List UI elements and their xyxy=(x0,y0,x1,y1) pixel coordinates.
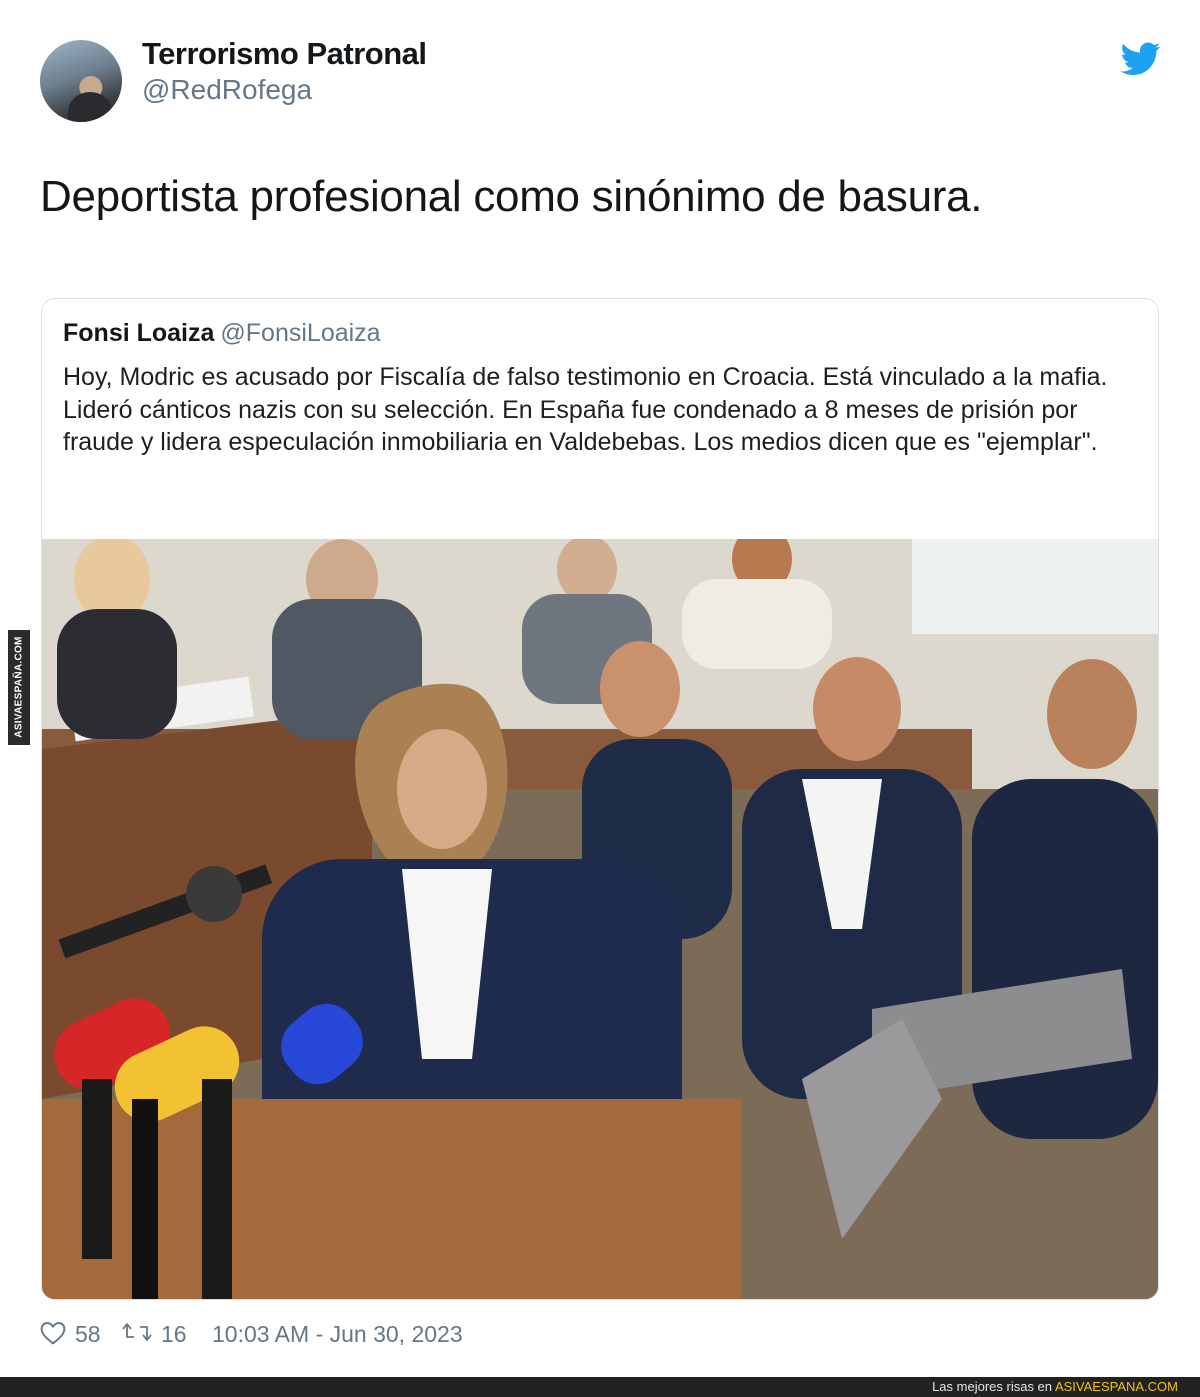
quoted-tweet[interactable]: Fonsi Loaiza @FonsiLoaiza Hoy, Modric es … xyxy=(41,298,1159,1300)
retweet-icon[interactable] xyxy=(122,1321,152,1343)
quoted-tweet-text: Hoy, Modric es acusado por Fiscalía de f… xyxy=(63,363,1108,456)
like-count[interactable]: 58 xyxy=(75,1321,101,1348)
quoted-tweet-header: Fonsi Loaiza @FonsiLoaiza xyxy=(63,319,381,348)
heart-icon[interactable] xyxy=(40,1321,66,1345)
bottom-watermark: Las mejores risas en ASIVAESPANA.COM xyxy=(0,1377,1200,1397)
user-handle[interactable]: @RedRofega xyxy=(142,74,312,106)
tweet-text: Deportista profesional como sinónimo de … xyxy=(40,172,983,221)
twitter-bird-icon[interactable] xyxy=(1121,42,1161,76)
display-name[interactable]: Terrorismo Patronal xyxy=(142,36,427,72)
retweet-count[interactable]: 16 xyxy=(161,1321,187,1348)
side-watermark: ASIVAESPAÑA.COM xyxy=(8,630,30,745)
side-watermark-text: ASIVAESPAÑA.COM xyxy=(13,636,25,738)
timestamp[interactable]: 10:03 AM - Jun 30, 2023 xyxy=(212,1321,463,1348)
avatar[interactable] xyxy=(40,40,122,122)
quoted-tweet-photo[interactable] xyxy=(42,539,1158,1299)
quoted-user-handle[interactable]: @FonsiLoaiza xyxy=(220,319,380,347)
quoted-display-name[interactable]: Fonsi Loaiza xyxy=(63,319,214,347)
watermark-site[interactable]: ASIVAESPANA.COM xyxy=(1055,1379,1178,1394)
watermark-prefix: Las mejores risas en xyxy=(932,1379,1053,1394)
